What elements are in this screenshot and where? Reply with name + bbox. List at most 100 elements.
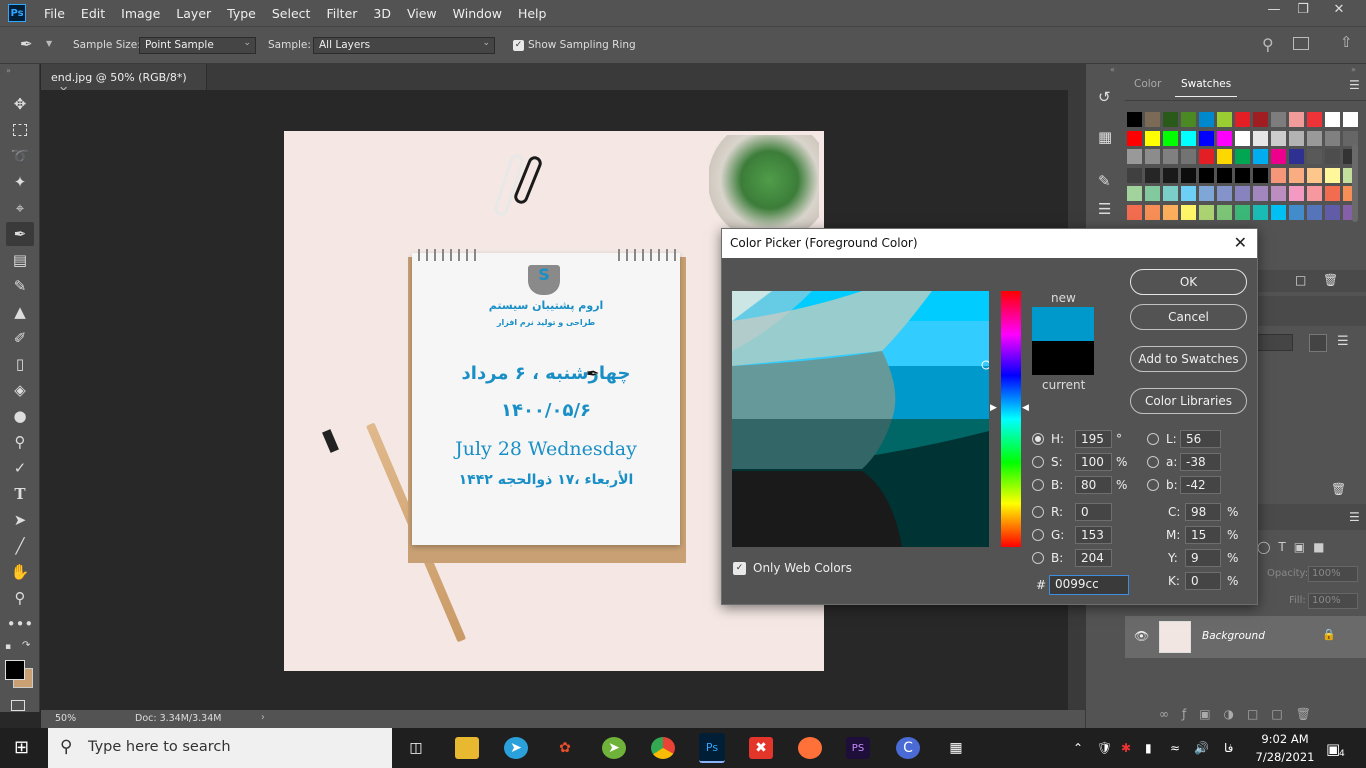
chrome-icon[interactable] <box>651 737 675 759</box>
language-indicator[interactable]: فا <box>1224 741 1233 755</box>
photoshop-taskbar-icon[interactable]: Ps <box>699 733 725 763</box>
color-swatch[interactable] <box>1307 112 1322 127</box>
menu-image[interactable]: Image <box>113 6 168 21</box>
share-icon[interactable]: ⇧ <box>1340 33 1353 51</box>
eraser-tool-icon[interactable]: ▯ <box>6 352 34 376</box>
magic-wand-tool-icon[interactable]: ✦ <box>6 170 34 194</box>
color-swatch[interactable] <box>1181 167 1196 183</box>
dodge-tool-icon[interactable]: ⚲ <box>6 430 34 454</box>
default-colors-icon[interactable]: ▪ <box>5 642 11 652</box>
clock-date[interactable]: 7/28/2021 <box>1251 750 1319 764</box>
brightness-radio[interactable] <box>1032 479 1044 491</box>
color-swatch[interactable] <box>1271 112 1286 127</box>
history-brush-tool-icon[interactable]: ✐ <box>6 326 34 350</box>
menu-type[interactable]: Type <box>219 6 264 21</box>
color-swatch[interactable] <box>1199 186 1214 201</box>
path-selection-tool-icon[interactable]: ➤ <box>6 508 34 532</box>
color-swatch[interactable] <box>1145 130 1160 146</box>
color-libraries-button[interactable]: Color Libraries <box>1130 388 1247 414</box>
hue-input[interactable]: 195 <box>1075 430 1112 448</box>
security-icon[interactable]: 🛡 <box>1097 741 1112 755</box>
swatches-scrollbar[interactable] <box>1352 144 1358 222</box>
trash-icon[interactable]: 🗑 <box>1323 273 1338 287</box>
lab-b-radio[interactable] <box>1147 479 1159 491</box>
color-swatch[interactable] <box>1271 204 1286 220</box>
color-field[interactable] <box>732 291 989 547</box>
color-swatch[interactable] <box>1307 204 1322 220</box>
color-swatch[interactable] <box>1145 204 1160 220</box>
color-swatch[interactable] <box>1271 149 1286 164</box>
color-swatch[interactable] <box>1127 186 1142 201</box>
lock-icons[interactable]: ◯T▣■ <box>1257 540 1332 554</box>
brush-tool-icon[interactable]: ✎ <box>6 274 34 298</box>
color-swatch[interactable] <box>1325 149 1340 164</box>
color-swatch[interactable] <box>1163 112 1178 127</box>
color-swatch[interactable] <box>1127 112 1142 127</box>
blur-tool-icon[interactable]: ● <box>6 404 34 428</box>
cancel-button[interactable]: Cancel <box>1130 304 1247 330</box>
search-icon[interactable]: ⚲ <box>1262 35 1274 54</box>
color-swatch[interactable] <box>1181 204 1196 220</box>
menu-edit[interactable]: Edit <box>73 6 113 21</box>
layer-name[interactable]: Background <box>1202 630 1265 642</box>
eyedropper-preset-icon[interactable]: ✒ <box>20 35 33 53</box>
sample-select[interactable]: All Layers ⌄ <box>313 37 495 54</box>
hue-radio[interactable] <box>1032 433 1044 445</box>
red-radio[interactable] <box>1032 506 1044 518</box>
show-sampling-ring-checkbox[interactable]: ✓ <box>513 40 524 51</box>
color-swatch[interactable] <box>1127 149 1142 164</box>
color-swatch[interactable] <box>1271 130 1286 146</box>
color-swatch[interactable] <box>1289 204 1304 220</box>
windows-start-icon[interactable]: ⊞ <box>14 737 29 758</box>
color-swatch[interactable] <box>1181 149 1196 164</box>
paint-bucket-tool-icon[interactable]: ◈ <box>6 378 34 402</box>
collapse-icon[interactable]: » <box>6 66 11 75</box>
grid-view-icon[interactable] <box>1309 334 1327 352</box>
color-swatch[interactable] <box>1307 149 1322 164</box>
file-explorer-icon[interactable] <box>455 737 479 759</box>
color-swatch[interactable] <box>1325 130 1340 146</box>
app-tray-icon[interactable]: ✱ <box>1121 741 1131 755</box>
color-swatch[interactable] <box>1235 130 1250 146</box>
color-swatch[interactable] <box>1289 167 1304 183</box>
color-swatch[interactable] <box>1235 149 1250 164</box>
color-swatch[interactable] <box>1253 112 1268 127</box>
color-swatch[interactable] <box>1217 112 1232 127</box>
battery-icon[interactable]: ▮ <box>1145 741 1152 755</box>
chevron-right-icon[interactable]: › <box>261 712 265 723</box>
type-tool-icon[interactable]: T <box>6 482 34 506</box>
zoom-tool-icon[interactable]: ⚲ <box>6 586 34 610</box>
color-swatch[interactable] <box>1253 130 1268 146</box>
color-swatch[interactable] <box>1127 167 1142 183</box>
brush-settings-icon[interactable]: ✎ <box>1098 172 1111 190</box>
new-swatch-icon[interactable]: □ <box>1295 273 1306 287</box>
line-tool-icon[interactable]: ╱ <box>6 534 34 558</box>
color-swatch[interactable] <box>1325 112 1340 127</box>
blue-radio[interactable] <box>1032 552 1044 564</box>
color-swatch[interactable] <box>1163 204 1178 220</box>
color-swatch[interactable] <box>1163 130 1178 146</box>
panel-menu-icon[interactable]: ☰ <box>1349 78 1360 92</box>
black-input[interactable]: 0 <box>1185 572 1221 590</box>
menu-file[interactable]: File <box>36 6 73 21</box>
lab-a-radio[interactable] <box>1147 456 1159 468</box>
lab-a-input[interactable]: -38 <box>1180 453 1221 471</box>
color-swatch[interactable] <box>1127 204 1142 220</box>
telegram-icon[interactable]: ➤ <box>504 737 528 759</box>
lab-b-input[interactable]: -42 <box>1180 476 1221 494</box>
history-panel-icon[interactable]: ↺ <box>1098 88 1111 106</box>
blue-input[interactable]: 204 <box>1075 549 1112 567</box>
3d-panel-icon[interactable]: ▦ <box>1098 128 1112 146</box>
color-swatch[interactable] <box>1145 112 1160 127</box>
app-icon[interactable]: ▦ <box>944 737 968 759</box>
color-swatch[interactable] <box>1253 204 1268 220</box>
color-swatch[interactable] <box>1253 167 1268 183</box>
cyan-input[interactable]: 98 <box>1185 503 1221 521</box>
color-swatch[interactable] <box>1199 130 1214 146</box>
adjustments-icon[interactable]: ☰ <box>1098 200 1111 218</box>
color-swatch[interactable] <box>1307 130 1322 146</box>
app-icon[interactable]: ✿ <box>553 737 577 759</box>
color-swatch[interactable] <box>1163 186 1178 201</box>
sample-size-select[interactable]: Point Sample ⌄ <box>139 37 256 54</box>
color-swatch[interactable] <box>1289 112 1304 127</box>
